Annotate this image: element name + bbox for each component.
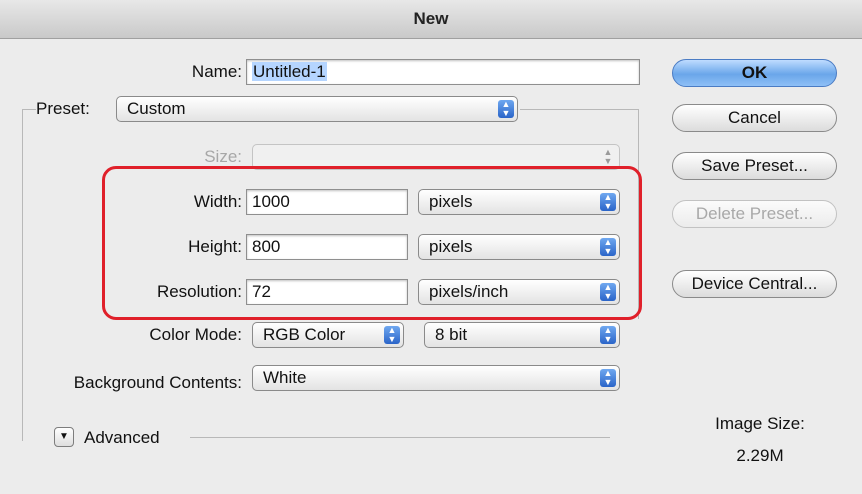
updown-chevron-icon: ▲ ▼ xyxy=(600,326,616,344)
height-field[interactable]: 800 xyxy=(246,234,408,260)
background-contents-value: White xyxy=(263,368,307,387)
updown-chevron-icon: ▲ ▼ xyxy=(384,326,400,344)
updown-chevron-icon: ▲ ▼ xyxy=(600,283,616,301)
size-label: Size: xyxy=(204,147,242,166)
device-central-button[interactable]: Device Central... xyxy=(672,270,837,298)
preset-select[interactable]: Custom ▲ ▼ xyxy=(116,96,518,122)
width-unit-value: pixels xyxy=(429,192,473,211)
name-field[interactable]: Untitled-1 xyxy=(246,59,640,85)
color-mode-select[interactable]: RGB Color ▲ ▼ xyxy=(252,322,404,348)
name-label: Name: xyxy=(191,62,242,81)
preset-group-left-border xyxy=(22,109,23,441)
resolution-field[interactable]: 72 xyxy=(246,279,408,305)
height-unit-value: pixels xyxy=(429,237,473,256)
updown-chevron-icon: ▲ ▼ xyxy=(600,369,616,387)
name-value: Untitled-1 xyxy=(252,62,327,81)
resolution-label: Resolution: xyxy=(156,282,242,301)
height-unit-select[interactable]: pixels ▲ ▼ xyxy=(418,234,620,260)
resolution-unit-select[interactable]: pixels/inch ▲ ▼ xyxy=(418,279,620,305)
advanced-separator xyxy=(190,437,610,438)
disclosure-triangle-icon[interactable]: ▼ xyxy=(54,427,74,447)
dialog-title: New xyxy=(0,0,862,39)
updown-chevron-icon: ▲ ▼ xyxy=(603,147,613,166)
preset-value: Custom xyxy=(127,99,186,118)
preset-label: Preset: xyxy=(36,99,90,118)
height-label: Height: xyxy=(188,237,242,256)
preset-group-line-right xyxy=(520,109,638,110)
resolution-unit-value: pixels/inch xyxy=(429,282,509,301)
save-preset-button[interactable]: Save Preset... xyxy=(672,152,837,180)
updown-chevron-icon: ▲ ▼ xyxy=(600,193,616,211)
color-mode-label: Color Mode: xyxy=(149,325,242,344)
updown-chevron-icon: ▲ ▼ xyxy=(498,100,514,118)
bit-depth-value: 8 bit xyxy=(435,325,468,344)
width-label: Width: xyxy=(193,192,242,211)
delete-preset-button: Delete Preset... xyxy=(672,200,837,228)
background-contents-label: Background Contents: xyxy=(73,373,242,392)
background-contents-select[interactable]: White ▲ ▼ xyxy=(252,365,620,391)
width-field[interactable]: 1000 xyxy=(246,189,408,215)
image-size-label: Image Size: xyxy=(715,414,805,433)
width-unit-select[interactable]: pixels ▲ ▼ xyxy=(418,189,620,215)
advanced-label: Advanced xyxy=(84,428,160,447)
ok-button[interactable]: OK xyxy=(672,59,837,87)
new-document-dialog: New Name: Untitled-1 Preset: Custom ▲ ▼ S… xyxy=(0,0,862,494)
bit-depth-select[interactable]: 8 bit ▲ ▼ xyxy=(424,322,620,348)
image-size-value: 2.29M xyxy=(736,446,784,465)
preset-group-line-left xyxy=(22,109,36,110)
cancel-button[interactable]: Cancel xyxy=(672,104,837,132)
updown-chevron-icon: ▲ ▼ xyxy=(600,238,616,256)
color-mode-value: RGB Color xyxy=(263,325,346,344)
